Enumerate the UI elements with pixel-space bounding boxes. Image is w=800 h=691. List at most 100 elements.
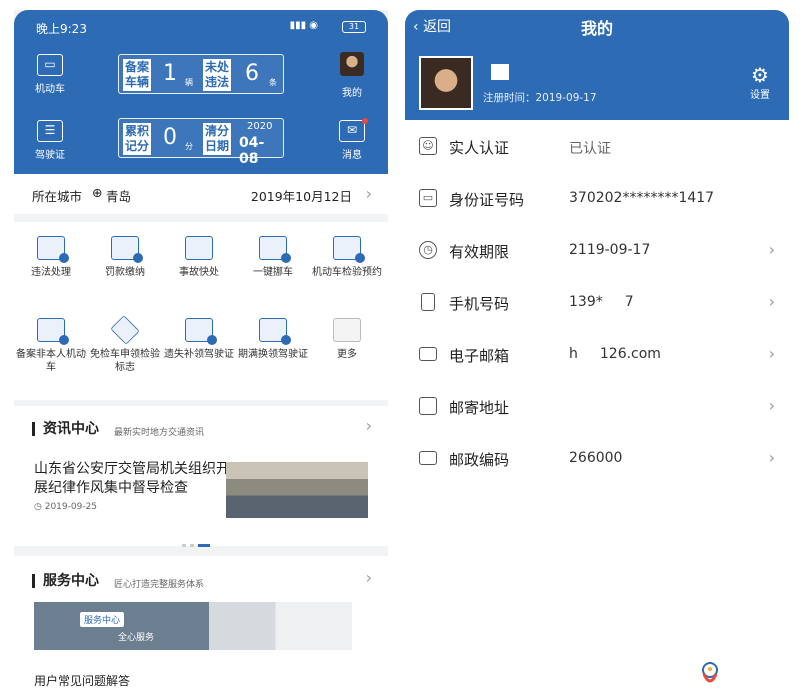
points-unit: 分 (185, 142, 193, 151)
city-label: 所在城市 (32, 189, 83, 204)
email-prefix: h (569, 346, 578, 362)
profile-header: ‹ 返回 我的 注册时间：2019-09-17 ⚙ 设置 (405, 10, 789, 120)
violations-label: 未处违法 (203, 59, 231, 91)
grid-item-violation-handling[interactable]: 违法处理 (16, 236, 86, 279)
avatar[interactable] (419, 56, 473, 110)
grid-item-label: 遗失补领驾驶证 (164, 349, 234, 360)
grid-item-exempt-sticker[interactable]: 免检车申领检验标志 (90, 315, 160, 374)
chevron-right-icon[interactable]: › (366, 416, 372, 435)
row-value: 2119-09-17 (569, 242, 651, 258)
grid-item-fine-payment[interactable]: 罚款缴纳 (90, 236, 160, 279)
tow-car-icon (259, 236, 291, 263)
row-label: 身份证号码 (449, 191, 525, 209)
registered-label: 备案车辆 (123, 59, 151, 91)
violations-unit: 条 (269, 78, 277, 87)
row-label: 有效期限 (449, 243, 510, 261)
home-screen: 晚上9:23 ▮▮▮ ◉ 31 ▭ 机动车 ☰ 驾驶证 备案车辆 1 辆 未处违… (14, 10, 388, 691)
username-redacted (491, 64, 509, 80)
news-center: 资讯中心 最新实时地方交通资讯 › 山东省公安厅交管局机关组织开展纪律作风集中督… (14, 406, 388, 547)
row-value: 266000 (569, 450, 623, 466)
driver-license-label: 驾驶证 (35, 150, 65, 161)
phone-icon (421, 293, 435, 311)
grid-item-label: 备案非本人机动车 (16, 349, 86, 373)
row-label: 邮政编码 (449, 451, 510, 469)
chevron-right-icon[interactable]: › (366, 568, 372, 587)
inspection-icon (333, 236, 365, 263)
chevron-right-icon: › (365, 184, 372, 203)
grid-item-label: 期满换领驾驶证 (238, 349, 308, 360)
service-banner[interactable]: 服务中心 全心服务 (34, 602, 352, 650)
exempt-badge-icon (110, 315, 140, 345)
grid-item-register-other-vehicle[interactable]: 备案非本人机动车 (16, 318, 86, 374)
settings-label: 设置 (750, 90, 770, 101)
crash-icon (185, 236, 213, 260)
phone-suffix: 7 (624, 294, 634, 310)
car-icon (37, 236, 69, 263)
unread-dot (362, 118, 368, 124)
status-time: 晚上9:23 (36, 22, 87, 36)
my-label: 我的 (342, 88, 362, 99)
settings-button[interactable]: ⚙ 设置 (743, 64, 777, 101)
points-label: 累积记分 (123, 123, 151, 155)
person-card-icon: ☺ (419, 137, 437, 155)
renew-license-icon (259, 318, 291, 345)
registered-unit: 辆 (185, 78, 193, 87)
car-card-icon: ▭ (37, 54, 63, 76)
news-thumbnail (226, 462, 368, 518)
faq-link[interactable]: 用户常见问题解答 (34, 672, 130, 689)
news-section-subtitle: 最新实时地方交通资讯 (114, 428, 205, 438)
registered-vehicles-box[interactable]: 备案车辆 1 辆 未处违法 6 条 (118, 54, 284, 94)
service-section-title: 服务中心 (32, 574, 99, 588)
row-mailing-address[interactable]: 邮寄地址 › (405, 382, 789, 434)
avatar (340, 52, 364, 76)
more-grid-icon (333, 318, 361, 342)
home-header: 晚上9:23 ▮▮▮ ◉ 31 ▭ 机动车 ☰ 驾驶证 备案车辆 1 辆 未处违… (14, 10, 388, 174)
row-value: 已认证 (569, 141, 611, 157)
clear-date-year: 2020 (247, 121, 273, 132)
row-postal-code[interactable]: 邮政编码 266000 › (405, 434, 789, 486)
truck-icon (419, 397, 437, 415)
document-car-icon (37, 318, 69, 345)
chevron-right-icon: › (768, 240, 775, 259)
carousel-dot (182, 544, 186, 547)
messages-button[interactable]: ✉ 消息 (324, 118, 380, 161)
my-profile-button[interactable]: 我的 (324, 52, 380, 99)
grid-item-label: 违法处理 (31, 267, 71, 278)
row-phone[interactable]: 手机号码 139* 7 › (405, 278, 789, 330)
grid-item-reissue-license[interactable]: 遗失补领驾驶证 (164, 318, 234, 361)
envelope-icon (419, 347, 437, 361)
points-box[interactable]: 累积记分 0 分 清分日期 2020 04-08 (118, 118, 284, 167)
service-section-subtitle: 匠心打造完整服务体系 (114, 580, 205, 590)
grid-item-label: 更多 (337, 349, 357, 360)
row-real-name-auth[interactable]: ☺ 实人认证 已认证 (405, 122, 789, 174)
motor-vehicle-button[interactable]: ▭ 机动车 (22, 54, 78, 95)
grid-item-move-car[interactable]: 一键挪车 (238, 236, 308, 279)
screenshot-root: 晚上9:23 ▮▮▮ ◉ 31 ▭ 机动车 ☰ 驾驶证 备案车辆 1 辆 未处违… (0, 0, 800, 691)
row-id-number[interactable]: ▭ 身份证号码 370202********1417 (405, 174, 789, 226)
page-title: 我的 (580, 19, 613, 38)
city-row[interactable]: 所在城市 ⊕ 青岛 2019年10月12日 › (14, 174, 388, 214)
grid-item-label: 事故快处 (179, 267, 219, 278)
motor-vehicle-label: 机动车 (35, 84, 65, 95)
location-icon: ⊕ (92, 185, 103, 200)
grid-item-more[interactable]: 更多 (312, 318, 382, 361)
grid-item-accident[interactable]: 事故快处 (164, 236, 234, 279)
grid-item-label: 机动车检验预约 (312, 267, 382, 278)
row-validity[interactable]: ◷ 有效期限 2119-09-17 › (405, 226, 789, 278)
chevron-right-icon: › (768, 292, 775, 311)
watermark-logo-icon (702, 662, 718, 683)
signal-icon: ▮▮▮ ◉ (289, 20, 318, 31)
grid-item-inspection-booking[interactable]: 机动车检验预约 (312, 236, 382, 279)
email-suffix: 126.com (599, 346, 661, 362)
carousel-indicator (182, 532, 214, 551)
news-date-value: 2019-09-25 (44, 502, 98, 512)
news-date: ◷ 2019-09-25 (34, 502, 98, 512)
id-card-icon: ▭ (419, 189, 437, 207)
redaction (577, 347, 600, 361)
row-value: 139* 7 (569, 294, 634, 310)
driver-license-button[interactable]: ☰ 驾驶证 (22, 120, 78, 161)
grid-item-renew-license[interactable]: 期满换领驾驶证 (238, 318, 308, 361)
receipt-icon (111, 236, 143, 263)
row-email[interactable]: 电子邮箱 h 126.com › (405, 330, 789, 382)
chevron-right-icon: › (768, 448, 775, 467)
